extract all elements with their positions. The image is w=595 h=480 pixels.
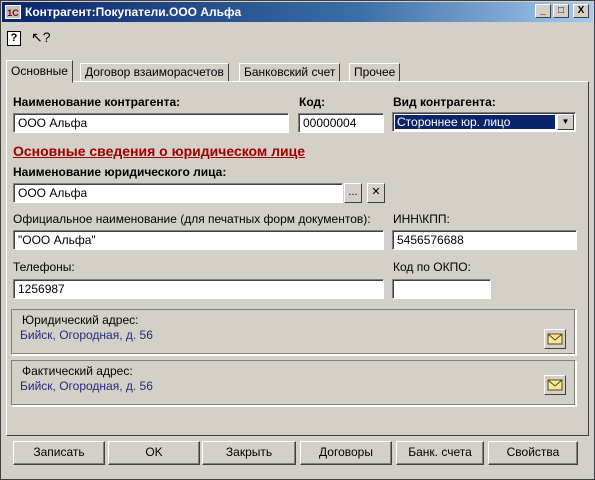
actual-address-value: Бийск, Огородная, д. 56: [20, 379, 153, 393]
code-field[interactable]: 00000004: [298, 113, 384, 133]
question-icon[interactable]: ?: [7, 31, 21, 46]
envelope-icon[interactable]: [544, 375, 566, 395]
app-icon: 1C: [5, 5, 21, 19]
type-select[interactable]: Стороннее юр. лицо ▼: [392, 112, 576, 132]
chevron-down-icon[interactable]: ▼: [557, 114, 574, 130]
clear-icon[interactable]: ✕: [367, 183, 385, 203]
code-label: Код:: [299, 95, 326, 109]
bank-accounts-button[interactable]: Банк. счета: [396, 441, 484, 465]
type-label: Вид контрагента:: [393, 95, 496, 109]
okpo-label: Код по ОКПО:: [393, 260, 471, 274]
minimize-button[interactable]: _: [535, 4, 551, 18]
inn-label: ИНН\КПП:: [393, 212, 450, 226]
select-button[interactable]: ...: [344, 183, 362, 203]
actual-address-group: Фактический адрес: Бийск, Огородная, д. …: [11, 360, 576, 406]
name-field[interactable]: ООО Альфа: [13, 113, 289, 133]
legal-address-value: Бийск, Огородная, д. 56: [20, 328, 153, 342]
pointer-question-icon[interactable]: ↖?: [31, 29, 51, 47]
actual-address-label: Фактический адрес:: [20, 364, 135, 378]
tab-other[interactable]: Прочее: [349, 63, 401, 82]
tab-bank-account[interactable]: Банковский счет: [239, 63, 341, 82]
maximize-button[interactable]: □: [553, 4, 569, 18]
legal-address-label: Юридический адрес:: [20, 313, 141, 327]
section-title: Основные сведения о юридическом лице: [13, 143, 306, 159]
close-form-button[interactable]: Закрыть: [202, 441, 296, 465]
save-button[interactable]: Записать: [13, 441, 105, 465]
tab-contract[interactable]: Договор взаиморасчетов: [80, 63, 229, 82]
tab-main[interactable]: Основные: [6, 60, 73, 83]
legal-name-label: Наименование юридического лица:: [13, 165, 227, 179]
name-label: Наименование контрагента:: [13, 95, 181, 109]
properties-button[interactable]: Свойства: [488, 441, 578, 465]
contracts-button[interactable]: Договоры: [300, 441, 392, 465]
legal-address-group: Юридический адрес: Бийск, Огородная, д. …: [11, 309, 576, 355]
window-title: Контрагент:Покупатели.ООО Альфа: [25, 5, 242, 19]
window: 1C Контрагент:Покупатели.ООО Альфа _ □ X…: [0, 0, 595, 480]
okpo-field[interactable]: [392, 279, 491, 299]
official-name-label: Официальное наименование (для печатных ф…: [13, 212, 371, 226]
type-select-value: Стороннее юр. лицо: [395, 115, 555, 129]
ok-button[interactable]: OK: [108, 441, 200, 465]
phones-label: Телефоны:: [13, 260, 75, 274]
inn-field[interactable]: 5456576688: [392, 230, 577, 250]
official-name-field[interactable]: "ООО Альфа": [13, 230, 384, 250]
envelope-icon[interactable]: [544, 329, 566, 349]
close-button[interactable]: X: [573, 4, 589, 18]
phones-field[interactable]: 1256987: [13, 279, 384, 299]
title-bar[interactable]: 1C Контрагент:Покупатели.ООО Альфа _ □ X: [2, 2, 593, 22]
legal-name-field[interactable]: ООО Альфа: [13, 183, 343, 203]
